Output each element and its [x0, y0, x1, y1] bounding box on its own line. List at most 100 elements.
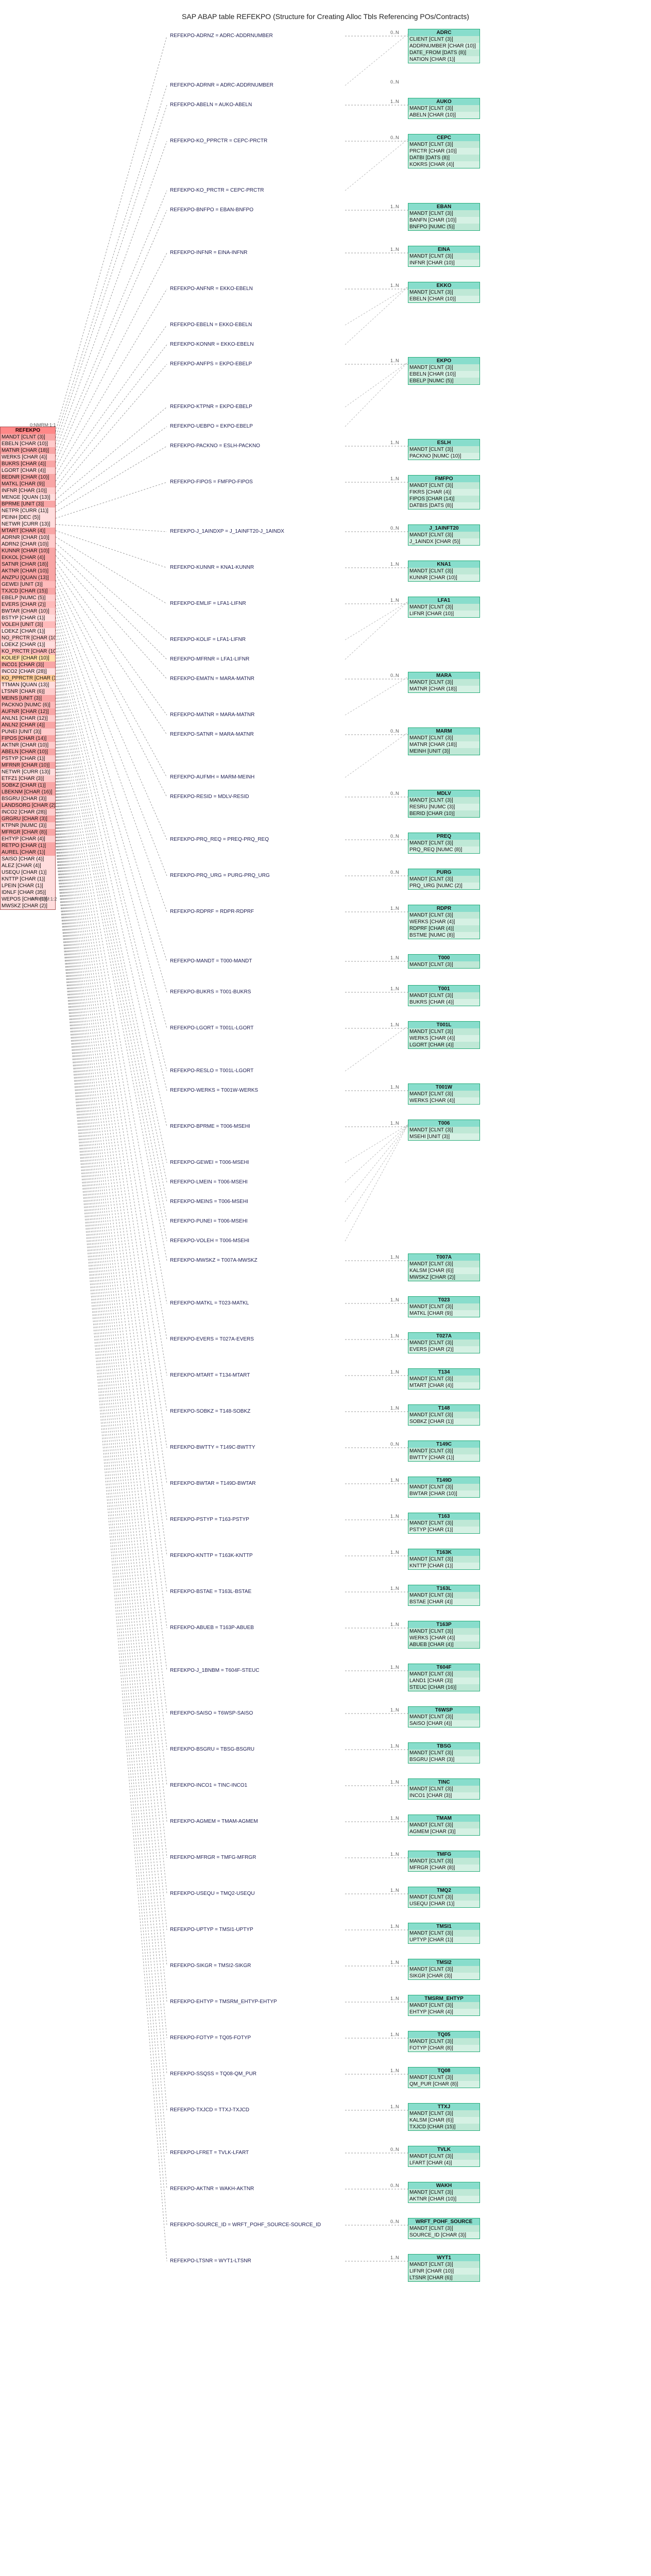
- target-table-header: FMFPO: [408, 476, 479, 482]
- target-field: MANDT [CLNT (3)]: [408, 1750, 479, 1756]
- target-table-marm: MARMMANDT [CLNT (3)]MATNR [CHAR (18)]MEI…: [408, 727, 480, 755]
- target-field: SOBKZ [CHAR (1)]: [408, 1418, 479, 1425]
- target-field: DATE_FROM [DATS (8)]: [408, 49, 479, 56]
- target-table-header: MDLV: [408, 790, 479, 797]
- relation-cardinality: 0..N: [390, 728, 399, 734]
- refekpo-field: TTMAN [QUAN (13)]: [1, 682, 55, 688]
- mapping-label: REFEKPO-MWSKZ = T007A-MWSKZ: [170, 1258, 258, 1263]
- target-field: SAISO [CHAR (4)]: [408, 1720, 479, 1727]
- mapping-label: REFEKPO-SATNR = MARA-MATNR: [170, 732, 254, 737]
- target-table-header: LFA1: [408, 597, 479, 604]
- refekpo-field: IDNLF [CHAR (35)]: [1, 889, 55, 896]
- target-field: QM_PUR [CHAR (8)]: [408, 2081, 479, 2088]
- relation-cardinality: 0..N: [390, 2147, 399, 2152]
- target-field: MANDT [CLNT (3)]: [408, 961, 479, 968]
- target-field: MANDT [CLNT (3)]: [408, 532, 479, 538]
- target-table-tinc: TINCMANDT [CLNT (3)]INCO1 [CHAR (3)]: [408, 1778, 480, 1800]
- relation-cardinality: 1..N: [390, 1369, 399, 1375]
- mapping-label: REFEKPO-KUNNR = KNA1-KUNNR: [170, 565, 254, 570]
- target-field: MANDT [CLNT (3)]: [408, 1592, 479, 1599]
- refekpo-field: NETWR [CURR (13)]: [1, 521, 55, 528]
- target-table-t001w: T001WMANDT [CLNT (3)]WERKS [CHAR (4)]: [408, 1083, 480, 1105]
- mapping-label: REFEKPO-FIPOS = FMFPO-FIPOS: [170, 479, 253, 485]
- mapping-label: REFEKPO-KOLIF = LFA1-LIFNR: [170, 637, 246, 642]
- refekpo-field: BSTYP [CHAR (1)]: [1, 615, 55, 621]
- target-field: ABUEB [CHAR (4)]: [408, 1641, 479, 1648]
- refekpo-field: INCO1 [CHAR (3)]: [1, 662, 55, 668]
- target-field: EBELN [CHAR (10)]: [408, 371, 479, 378]
- target-field: MANDT [CLNT (3)]: [408, 1520, 479, 1527]
- refekpo-field: LOEKZ [CHAR (1)]: [1, 641, 55, 648]
- target-field: MATKL [CHAR (9)]: [408, 1310, 479, 1317]
- relation-cardinality: 1..N: [390, 476, 399, 481]
- mapping-label: REFEKPO-MTART = T134-MTART: [170, 1372, 250, 1378]
- refekpo-field: ETFZ1 [CHAR (3)]: [1, 775, 55, 782]
- target-field: MANDT [CLNT (3)]: [408, 210, 479, 217]
- target-field: MEINH [UNIT (3)]: [408, 748, 479, 755]
- relation-cardinality: 1..N: [390, 1743, 399, 1749]
- axis-note: 0:NMRM:1:1: [30, 422, 56, 428]
- target-table-header: EINA: [408, 246, 479, 253]
- mapping-label: REFEKPO-ABUEB = T163P-ABUEB: [170, 1625, 254, 1631]
- refekpo-field: FIPOS [CHAR (14)]: [1, 735, 55, 742]
- axis-note: 0:NMRM:1:2: [31, 896, 57, 902]
- target-field: USEQU [CHAR (1)]: [408, 1901, 479, 1907]
- target-table-header: TQ08: [408, 2067, 479, 2074]
- target-table-header: TMSI1: [408, 1923, 479, 1930]
- target-field: MANDT [CLNT (3)]: [408, 1261, 479, 1267]
- mapping-label: REFEKPO-BUKRS = T001-BUKRS: [170, 989, 251, 995]
- mapping-label: REFEKPO-MEINS = T006-MSEHI: [170, 1199, 248, 1205]
- target-table-header: EKPO: [408, 358, 479, 364]
- target-field: MANDT [CLNT (3)]: [408, 2110, 479, 2117]
- target-field: PRQ_URG [NUMC (2)]: [408, 883, 479, 889]
- target-table-header: T006: [408, 1120, 479, 1127]
- target-field: MANDT [CLNT (3)]: [408, 797, 479, 804]
- target-field: MANDT [CLNT (3)]: [408, 2261, 479, 2268]
- mapping-label: REFEKPO-EBELN = EKKO-EBELN: [170, 322, 252, 328]
- target-field: MANDT [CLNT (3)]: [408, 876, 479, 883]
- refekpo-field: EVERS [CHAR (2)]: [1, 601, 55, 608]
- target-field: FIPOS [CHAR (14)]: [408, 496, 479, 502]
- mapping-label: REFEKPO-LTSNR = WYT1-LTSNR: [170, 2258, 251, 2264]
- refekpo-field: KO_PRCTR [CHAR (10)]: [1, 648, 55, 655]
- target-table-header: EKKO: [408, 282, 479, 289]
- target-table-header: RDPR: [408, 905, 479, 912]
- target-table-header: AUKO: [408, 98, 479, 105]
- refekpo-field: NETPR [CURR (11)]: [1, 507, 55, 514]
- relation-cardinality: 1..N: [390, 2255, 399, 2260]
- refekpo-field: SAISO [CHAR (4)]: [1, 856, 55, 862]
- target-table-header: WRFT_POHF_SOURCE: [408, 2218, 479, 2225]
- target-field: MANDT [CLNT (3)]: [408, 912, 479, 919]
- relation-cardinality: 1..N: [390, 598, 399, 603]
- target-field: MANDT [CLNT (3)]: [408, 1786, 479, 1792]
- target-field: FOTYP [CHAR (8)]: [408, 2045, 479, 2052]
- target-table-header: T001W: [408, 1084, 479, 1091]
- mapping-label: REFEKPO-ADRNZ = ADRC-ADDRNUMBER: [170, 33, 273, 39]
- relation-cardinality: 1..N: [390, 1665, 399, 1670]
- refekpo-field: BWTAR [CHAR (10)]: [1, 608, 55, 615]
- target-field: BNFPO [NUMC (5)]: [408, 224, 479, 230]
- mapping-label: REFEKPO-RDPRF = RDPR-RDPRF: [170, 909, 254, 914]
- refekpo-field: INCO2 [CHAR (28)]: [1, 668, 55, 675]
- target-table-tmsi1: TMSI1MANDT [CLNT (3)]UPTYP [CHAR (1)]: [408, 1923, 480, 1944]
- target-table-header: T163L: [408, 1585, 479, 1592]
- target-table-t149c: T149CMANDT [CLNT (3)]BWTTY [CHAR (1)]: [408, 1440, 480, 1462]
- target-field: LGORT [CHAR (4)]: [408, 1042, 479, 1048]
- target-field: MANDT [CLNT (3)]: [408, 2002, 479, 2009]
- target-field: MANDT [CLNT (3)]: [408, 604, 479, 611]
- mapping-label: REFEKPO-PRQ_REQ = PREQ-PRQ_REQ: [170, 837, 269, 842]
- target-field: MANDT [CLNT (3)]: [408, 289, 479, 296]
- relation-cardinality: 1..N: [390, 1586, 399, 1591]
- target-table-header: TINC: [408, 1779, 479, 1786]
- target-field: PACKNO [NUMC (10)]: [408, 453, 479, 460]
- target-table-header: TMQ2: [408, 1887, 479, 1894]
- mapping-label: REFEKPO-SAISO = T6WSP-SAISO: [170, 1710, 253, 1716]
- target-table-header: TMSI2: [408, 1959, 479, 1966]
- target-field: DATBI [DATS (8)]: [408, 155, 479, 161]
- refekpo-field: ADRN2 [CHAR (10)]: [1, 541, 55, 548]
- refekpo-field: PUNEI [UNIT (3)]: [1, 728, 55, 735]
- refekpo-field: ANLN2 [CHAR (4)]: [1, 722, 55, 728]
- relation-cardinality: 1..N: [390, 1478, 399, 1483]
- relation-cardinality: 1..N: [390, 1084, 399, 1090]
- refekpo-field: KTPNR [NUMC (3)]: [1, 822, 55, 829]
